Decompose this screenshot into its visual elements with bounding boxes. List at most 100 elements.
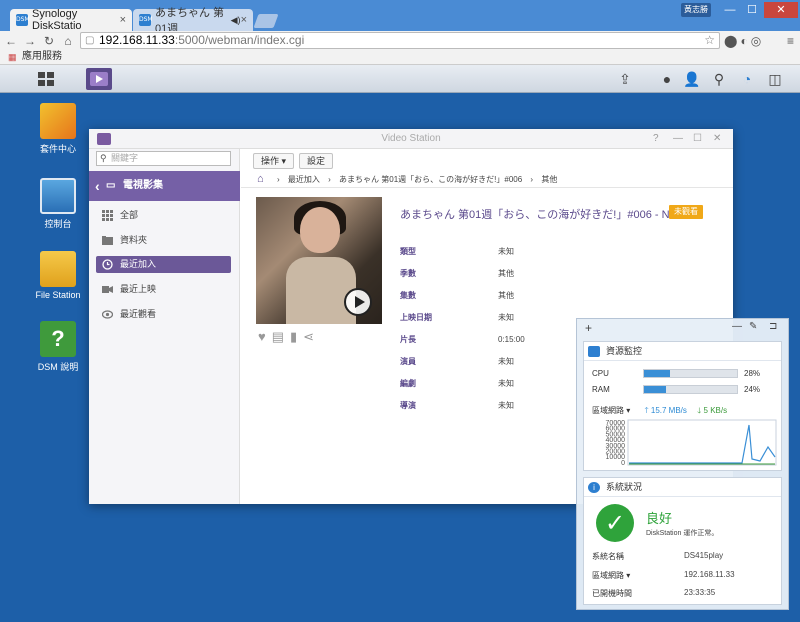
bookmark-icon[interactable]: ▮	[290, 329, 297, 345]
profile-chip[interactable]: 黃志勝	[681, 3, 711, 17]
play-icon[interactable]	[344, 288, 372, 316]
upload-icon[interactable]: ⇪	[615, 69, 635, 89]
y-tick-label: 0	[621, 460, 625, 467]
package-center-icon	[40, 103, 76, 139]
row-key: 系統名稱	[592, 552, 624, 561]
main-menu-icon	[38, 72, 54, 86]
sidebar-item-label: 最近加入	[120, 259, 157, 269]
resource-monitor-icon	[588, 346, 600, 357]
minimize-window-icon[interactable]: —	[673, 129, 683, 149]
breadcrumb-item[interactable]: 其他	[541, 175, 557, 184]
action-dropdown-button[interactable]: 操作 ▾	[253, 153, 295, 169]
address-bar[interactable]: ▢ 192.168.11.33:5000/webman/index.cgi ☆	[80, 32, 720, 49]
upload-line	[629, 424, 776, 464]
row-key: 已開機時間	[592, 589, 632, 598]
keyword-search-input[interactable]: ⚲ 關鍵字	[96, 151, 231, 166]
sidebar-item-recently-added[interactable]: 最近加入	[96, 256, 231, 273]
tab-amachan[interactable]: DSM あまちゃん 第01週 ◀) ×	[133, 7, 253, 35]
close-window-button[interactable]: ✕	[764, 2, 798, 18]
health-detail: DiskStation 運作正常。	[646, 530, 719, 537]
heart-icon[interactable]: ♥	[258, 329, 266, 345]
metadata-value: 未知	[498, 247, 514, 256]
widgets-toggle-icon[interactable]: ◫	[765, 69, 785, 89]
widgets-panel: + — ✎ ⊐ 資源監控 CPU 28% RAM 24% 區域網路 ▾ 🡑 15…	[576, 318, 789, 610]
browser-tab-strip: DSM Synology DiskStatio × DSM あまちゃん 第01週…	[0, 0, 800, 35]
sidebar-item-all[interactable]: 全部	[96, 207, 231, 224]
settings-button[interactable]: 設定	[299, 153, 334, 169]
uptime-row: 已開機時間 23:33:35	[592, 588, 777, 599]
download-arrow-icon: 🡓	[697, 406, 702, 415]
sidebar-item-recently-watched[interactable]: 最近觀看	[96, 306, 231, 323]
page-icon: ▢	[85, 35, 95, 46]
close-tab-icon[interactable]: ×	[120, 14, 126, 26]
poster-figure-body	[286, 257, 356, 324]
collapse-icon[interactable]: —	[732, 321, 742, 332]
desktop-file-station[interactable]: File Station	[18, 251, 98, 300]
desktop-dsm-help[interactable]: ? DSM 說明	[18, 321, 98, 373]
extension-icon[interactable]: ◐	[740, 34, 747, 48]
pin-icon[interactable]: ✎	[749, 321, 757, 332]
search-icon: ⚲	[100, 153, 107, 163]
network-selector[interactable]: 區域網路 ▾	[592, 406, 630, 415]
main-menu-button[interactable]	[33, 68, 59, 90]
sidebar-item-recently-released[interactable]: 最近上映	[96, 281, 231, 298]
breadcrumb-item[interactable]: 最近加入	[288, 175, 320, 184]
tab-diskstation[interactable]: DSM Synology DiskStatio ×	[10, 8, 132, 32]
library-category-header[interactable]: ‹ ▭ 電視影集	[89, 171, 240, 201]
window-title-bar[interactable]: Video Station ? — ☐ ✕	[89, 129, 733, 149]
chrome-menu-icon[interactable]: ≡	[787, 34, 794, 48]
desktop-control-panel[interactable]: 控制台	[18, 178, 98, 230]
search-placeholder: 關鍵字	[111, 153, 139, 163]
widget-title: 系統狀況	[606, 482, 643, 492]
extension-icon[interactable]: ◎	[751, 34, 761, 48]
metadata-value: 其他	[498, 291, 514, 300]
system-name-row: 系統名稱 DS415play	[592, 551, 777, 562]
metadata-key: 編劇	[400, 379, 416, 388]
user-icon[interactable]: 👤	[682, 69, 702, 89]
notifications-icon[interactable]: ●	[657, 69, 677, 89]
category-label: 電視影集	[123, 180, 163, 191]
dashboard-icon[interactable]: ◔	[737, 69, 757, 89]
new-tab-button[interactable]	[253, 14, 279, 28]
back-icon[interactable]: ←	[3, 34, 19, 48]
desktop-package-center[interactable]: 套件中心	[18, 103, 98, 155]
metadata-value: 未知	[498, 401, 514, 410]
metadata-value: 未知	[498, 357, 514, 366]
metadata-value: 未知	[498, 379, 514, 388]
document-icon[interactable]: ▤	[272, 329, 284, 345]
home-icon[interactable]: ⌂	[257, 171, 264, 188]
cpu-label: CPU	[592, 369, 609, 378]
breadcrumb-separator: ›	[277, 175, 280, 184]
video-poster[interactable]	[256, 197, 382, 324]
health-status: 良好	[646, 511, 673, 526]
add-widget-icon[interactable]: +	[585, 321, 592, 335]
folder-icon	[102, 236, 113, 245]
share-icon[interactable]: ⋖	[303, 329, 314, 345]
info-icon: i	[588, 482, 600, 493]
sidebar-item-folder[interactable]: 資料夾	[96, 232, 231, 249]
help-icon[interactable]: ?	[653, 129, 659, 149]
eye-icon	[102, 310, 113, 319]
metadata-key: 集數	[400, 291, 416, 300]
metadata-key: 季數	[400, 269, 416, 278]
window-title: Video Station	[381, 133, 441, 144]
sidebar-item-label: 全部	[120, 210, 139, 220]
home-icon[interactable]: ⌂	[60, 34, 76, 48]
bookmarks-bar: ▦ 應用服務	[0, 50, 800, 65]
star-icon[interactable]: ☆	[704, 33, 715, 48]
breadcrumb-item[interactable]: あまちゃん 第01週「おら、この海が好きだ!」#006	[339, 175, 522, 184]
apps-grid-icon[interactable]: ▦	[8, 50, 17, 64]
extension-icon[interactable]: ⬤	[724, 34, 737, 48]
search-icon[interactable]: ⚲	[709, 69, 729, 89]
maximize-window-icon[interactable]: ☐	[693, 129, 702, 149]
maximize-button[interactable]: ☐	[742, 2, 762, 18]
reload-icon[interactable]: ↻	[41, 34, 57, 48]
lan-selector[interactable]: 區域網路 ▾	[592, 571, 630, 580]
minimize-button[interactable]: —	[720, 2, 740, 18]
taskbar-video-station[interactable]	[86, 68, 112, 90]
widget-layout-icon[interactable]: ⊐	[769, 321, 777, 332]
bookmark-apps[interactable]: 應用服務	[22, 51, 62, 62]
forward-icon[interactable]: →	[22, 34, 38, 48]
close-window-icon[interactable]: ✕	[713, 129, 721, 149]
close-tab-icon[interactable]: ×	[241, 14, 247, 26]
